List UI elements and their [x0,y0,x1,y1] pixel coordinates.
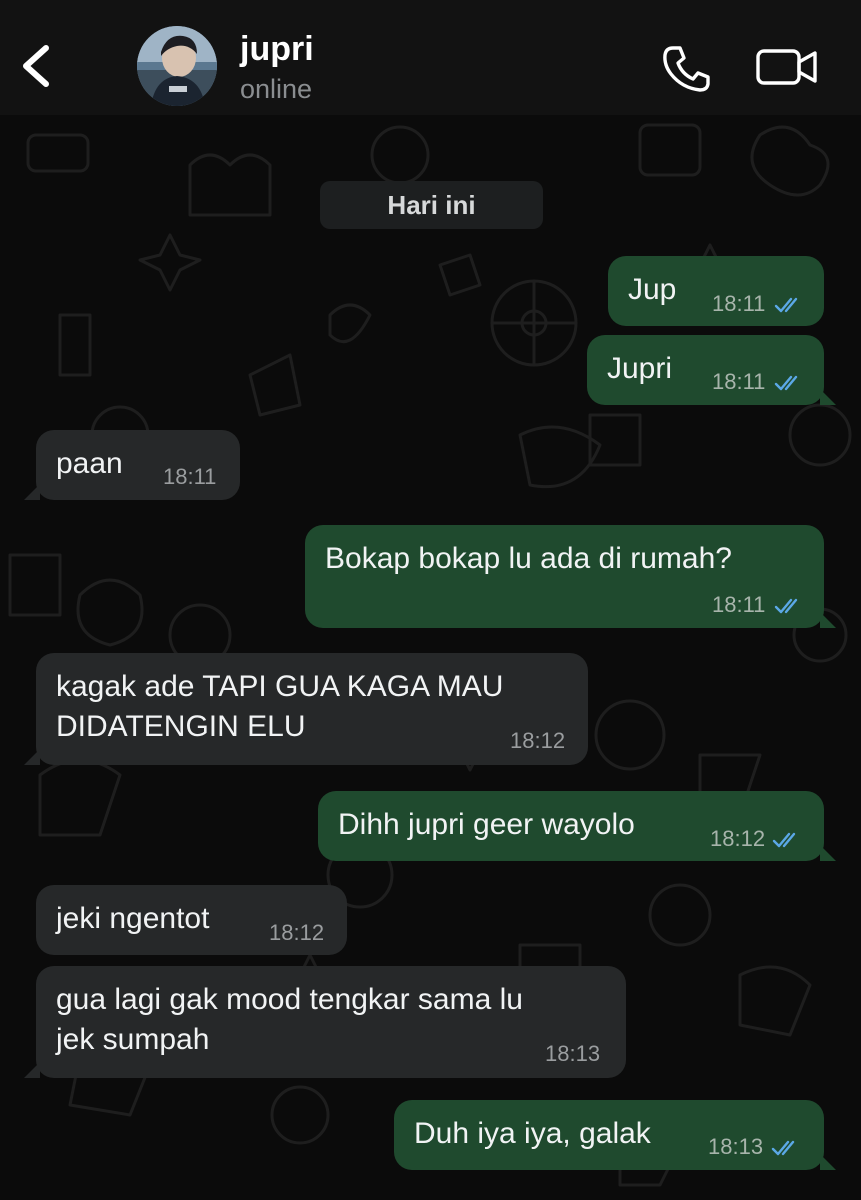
message-text: jeki ngentot [56,902,210,935]
video-call-button[interactable] [755,44,819,90]
back-button[interactable] [18,40,54,92]
read-receipt-icon [774,598,798,614]
message-time: 18:13 [708,1134,764,1159]
read-receipt-icon [772,832,796,848]
message-text: Bokap bokap lu ada di rumah? [325,542,732,575]
message-text: Jup [628,273,677,306]
chat-area[interactable]: Hari ini Jup 18:11 Jupri 18:11 paan 18:1… [0,115,861,1200]
message-time: 18:12 [510,728,566,753]
bubble-tail [820,845,836,861]
bubble-tail [820,1154,836,1170]
chat-header: jupri online [0,0,861,115]
message-bubble-incoming[interactable]: jeki ngentot 18:12 [36,885,347,955]
message-text: Jupri [607,352,673,385]
message-bubble-incoming[interactable]: gua lagi gak mood tengkar sama lu jek su… [24,966,626,1078]
message-time: 18:11 [163,464,217,489]
message-bubble-outgoing[interactable]: Jup 18:11 [608,256,824,326]
message-time: 18:11 [712,592,766,617]
contact-name[interactable]: jupri [240,30,314,69]
message-text: Dihh jupri geer wayolo [338,808,635,841]
chevron-left-icon [23,45,49,87]
date-divider: Hari ini [320,181,543,229]
message-time: 18:11 [712,291,766,316]
message-bubble-incoming[interactable]: paan 18:11 [24,430,240,500]
read-receipt-icon [774,297,798,313]
bubble-tail [24,484,40,500]
message-text: gua lagi gak mood tengkar sama lu jek su… [56,983,523,1056]
message-time: 18:11 [712,369,766,394]
bubble-tail [24,1062,40,1078]
message-time: 18:12 [269,920,325,945]
message-text: kagak ade TAPI GUA KAGA MAU DIDATENGIN E… [56,670,504,743]
message-bubble-outgoing[interactable]: Bokap bokap lu ada di rumah? 18:11 [305,525,836,628]
message-text: Duh iya iya, galak [414,1117,651,1150]
message-bubble-incoming[interactable]: kagak ade TAPI GUA KAGA MAU DIDATENGIN E… [24,653,588,765]
read-receipt-icon [771,1140,795,1156]
message-time: 18:13 [545,1041,601,1066]
bubble-tail [24,749,40,765]
message-bubble-outgoing[interactable]: Dihh jupri geer wayolo 18:12 [318,791,836,861]
message-text: paan [56,447,123,480]
message-time: 18:12 [710,826,766,851]
bubble-tail [820,612,836,628]
phone-icon [663,46,710,92]
message-bubble-outgoing[interactable]: Jupri 18:11 [587,335,836,405]
video-camera-icon [756,49,817,85]
read-receipt-icon [774,375,798,391]
bubble-tail [820,389,836,405]
contact-avatar[interactable] [137,26,217,106]
message-bubble-outgoing[interactable]: Duh iya iya, galak 18:13 [394,1100,836,1170]
voice-call-button[interactable] [660,44,712,92]
contact-status: online [240,74,313,104]
